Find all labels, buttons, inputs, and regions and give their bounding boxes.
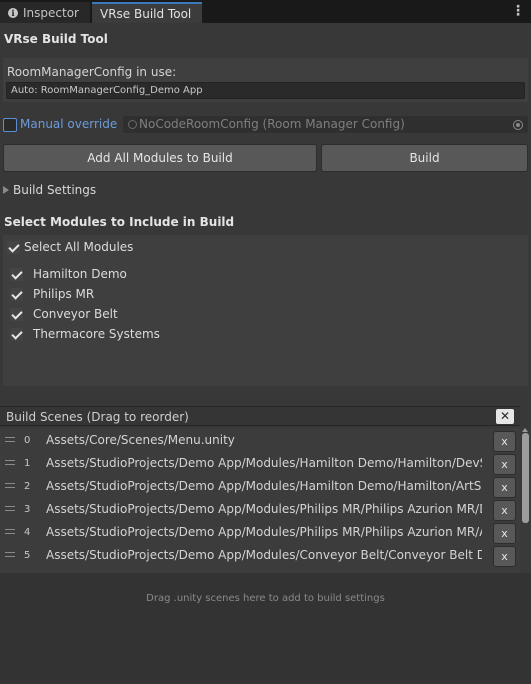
kebab-menu-icon[interactable]: ⋮ (511, 4, 525, 18)
module-checkbox[interactable] (10, 308, 23, 321)
table-row[interactable]: 5 Assets/StudioProjects/Demo App/Modules… (0, 545, 520, 568)
tab-inspector[interactable]: i Inspector (0, 2, 90, 23)
scene-path: Assets/StudioProjects/Demo App/Modules/P… (46, 525, 482, 539)
drag-handle-icon[interactable] (5, 437, 15, 442)
module-checkbox[interactable] (10, 288, 23, 301)
table-row[interactable]: 3 Assets/StudioProjects/Demo App/Modules… (0, 499, 520, 522)
scroll-up-arrow-icon[interactable] (522, 428, 528, 432)
table-row[interactable]: 1 Assets/StudioProjects/Demo App/Modules… (0, 453, 520, 476)
foldout-arrow-icon (3, 186, 9, 194)
modules-panel: Select All Modules Hamilton Demo Philips… (3, 235, 528, 386)
module-label[interactable]: Thermacore Systems (33, 327, 160, 341)
build-settings-foldout[interactable]: Build Settings (3, 183, 96, 197)
remove-scene-button[interactable]: x (493, 477, 516, 498)
scene-index: 5 (24, 550, 31, 561)
override-row: Manual override NoCodeRoomConfig (Room M… (3, 116, 528, 134)
object-picker-icon[interactable] (513, 120, 523, 130)
module-checkbox[interactable] (10, 328, 23, 341)
info-icon: i (8, 7, 18, 18)
scene-drop-zone[interactable]: Drag .unity scenes here to add to build … (0, 573, 531, 684)
config-label: RoomManagerConfig in use: (7, 65, 177, 79)
drag-handle-icon[interactable] (5, 483, 15, 488)
module-checkbox[interactable] (10, 268, 23, 281)
tab-vrse-build-tool[interactable]: VRse Build Tool (92, 2, 202, 23)
drag-handle-icon[interactable] (5, 552, 15, 557)
module-label[interactable]: Philips MR (33, 287, 94, 301)
scene-path: Assets/StudioProjects/Demo App/Modules/P… (46, 502, 482, 516)
add-all-modules-button[interactable]: Add All Modules to Build (3, 144, 317, 172)
build-scenes-list: 0 Assets/Core/Scenes/Menu.unity x 1 Asse… (0, 428, 520, 573)
object-icon (128, 120, 137, 129)
remove-scene-button[interactable]: x (493, 500, 516, 521)
modules-section-title: Select Modules to Include in Build (4, 215, 235, 229)
select-all-label[interactable]: Select All Modules (24, 240, 133, 254)
scene-index: 2 (24, 481, 31, 492)
table-row[interactable]: 4 Assets/StudioProjects/Demo App/Modules… (0, 522, 520, 545)
module-label[interactable]: Hamilton Demo (33, 267, 127, 281)
build-settings-label: Build Settings (13, 183, 97, 197)
select-all-checkbox[interactable] (7, 241, 20, 254)
build-scenes-title: Build Scenes (Drag to reorder) (6, 410, 189, 424)
config-panel: RoomManagerConfig in use: Auto: RoomMana… (3, 58, 528, 102)
page-title: VRse Build Tool (4, 32, 108, 46)
room-config-object-value: NoCodeRoomConfig (Room Manager Config) (139, 117, 405, 131)
config-field: Auto: RoomManagerConfig_Demo App (6, 82, 525, 99)
scrollbar-thumb[interactable] (522, 433, 529, 523)
manual-override-label[interactable]: Manual override (20, 117, 117, 131)
remove-scene-button[interactable]: x (493, 546, 516, 567)
module-label[interactable]: Conveyor Belt (33, 307, 118, 321)
drag-handle-icon[interactable] (5, 529, 15, 534)
tab-bar: i Inspector VRse Build Tool ⋮ (0, 0, 531, 23)
manual-override-checkbox[interactable] (3, 118, 17, 132)
scene-path: Assets/StudioProjects/Demo App/Modules/H… (46, 479, 482, 493)
remove-scene-button[interactable]: x (493, 431, 516, 452)
remove-scene-button[interactable]: x (493, 523, 516, 544)
table-row[interactable]: 2 Assets/StudioProjects/Demo App/Modules… (0, 476, 520, 499)
drag-handle-icon[interactable] (5, 506, 15, 511)
room-config-object-field[interactable]: NoCodeRoomConfig (Room Manager Config) (123, 116, 528, 133)
build-button[interactable]: Build (321, 144, 528, 172)
scene-index: 1 (24, 458, 31, 469)
build-scenes-header: Build Scenes (Drag to reorder) ✕ (0, 406, 520, 426)
tab-inspector-label: Inspector (23, 5, 79, 20)
scene-path: Assets/StudioProjects/Demo App/Modules/H… (46, 456, 482, 470)
scene-path: Assets/Core/Scenes/Menu.unity (46, 433, 235, 447)
tab-vrse-build-tool-label: VRse Build Tool (100, 6, 192, 21)
drop-hint: Drag .unity scenes here to add to build … (146, 593, 385, 604)
drag-handle-icon[interactable] (5, 460, 15, 465)
scenes-scrollbar[interactable] (520, 427, 531, 573)
table-row[interactable]: 0 Assets/Core/Scenes/Menu.unity x (0, 430, 520, 453)
clear-scenes-button[interactable]: ✕ (496, 409, 514, 424)
remove-scene-button[interactable]: x (493, 454, 516, 475)
scene-index: 3 (24, 504, 31, 515)
scene-path: Assets/StudioProjects/Demo App/Modules/C… (46, 548, 482, 562)
scene-index: 4 (24, 527, 31, 538)
scene-index: 0 (24, 435, 31, 446)
